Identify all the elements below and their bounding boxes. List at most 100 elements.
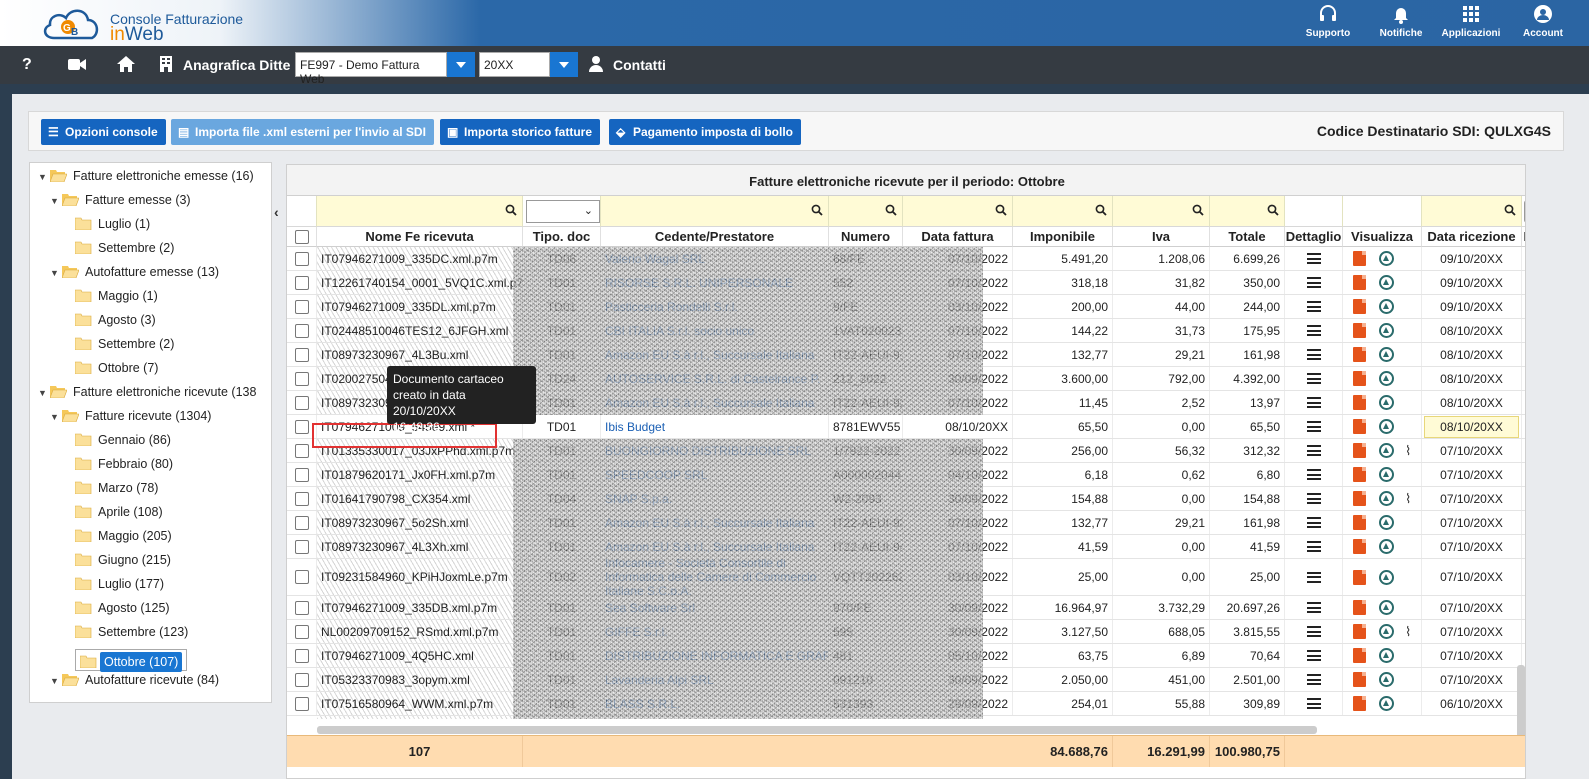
tree-node[interactable]: Febbraio (80): [75, 457, 176, 479]
column-header[interactable]: Nome Fe ricevuta: [317, 227, 523, 247]
column-header[interactable]: Data fattura: [903, 227, 1013, 247]
pdf-icon[interactable]: [1353, 323, 1366, 338]
paperclip-icon[interactable]: ⌇: [1405, 624, 1411, 640]
pdf-icon[interactable]: [1353, 299, 1366, 314]
cedente-link[interactable]: Ibis Budget: [601, 415, 829, 438]
row-checkbox[interactable]: [294, 275, 309, 290]
menu-icon[interactable]: [1306, 541, 1321, 552]
agenzia-entrate-icon[interactable]: [1379, 696, 1394, 711]
extra-filter-input[interactable]: [1524, 200, 1525, 223]
column-header[interactable]: Tipo. doc: [523, 227, 601, 247]
tree-node[interactable]: Agosto (3): [75, 313, 159, 335]
agenzia-entrate-icon[interactable]: [1379, 491, 1394, 506]
column-filter[interactable]: [1210, 196, 1285, 227]
column-filter[interactable]: [1343, 196, 1422, 227]
menu-icon[interactable]: [1306, 674, 1321, 685]
agenzia-entrate-icon[interactable]: [1379, 515, 1394, 530]
menu-icon[interactable]: [1306, 698, 1321, 709]
row-checkbox[interactable]: [294, 624, 309, 639]
tree-node[interactable]: ▼ Fatture elettroniche ricevute (138: [38, 385, 259, 407]
menu-icon[interactable]: [1306, 277, 1321, 288]
search-icon[interactable]: [505, 204, 517, 216]
column-filter[interactable]: [903, 196, 1013, 227]
pagamento-bollo-button[interactable]: ⬙ Pagamento imposta di bollo: [609, 119, 802, 145]
agenzia-entrate-icon[interactable]: [1379, 323, 1394, 338]
menu-icon[interactable]: [1306, 445, 1321, 456]
menu-icon[interactable]: [1306, 493, 1321, 504]
tree-node[interactable]: ▼ Fatture emesse (3): [50, 193, 194, 215]
pdf-icon[interactable]: [1353, 515, 1366, 530]
pdf-icon[interactable]: [1353, 347, 1366, 362]
row-checkbox[interactable]: [294, 251, 309, 266]
column-filter[interactable]: [1422, 196, 1522, 227]
row-checkbox[interactable]: [294, 696, 309, 711]
search-icon[interactable]: [1095, 204, 1107, 216]
tree-node[interactable]: ▼ Autofatture emesse (13): [50, 265, 222, 287]
row-checkbox[interactable]: [294, 395, 309, 410]
row-checkbox[interactable]: [294, 347, 309, 362]
importa-storico-button[interactable]: ▣ Importa storico fatture: [440, 119, 601, 145]
row-checkbox[interactable]: [294, 600, 309, 615]
menu-icon[interactable]: [1306, 571, 1321, 583]
menu-icon[interactable]: [1306, 349, 1321, 360]
agenzia-entrate-icon[interactable]: [1379, 299, 1394, 314]
column-filter[interactable]: ⌄: [523, 196, 601, 227]
column-header[interactable]: Visualizza: [1343, 227, 1422, 247]
menu-icon[interactable]: [1306, 517, 1321, 528]
agenzia-entrate-icon[interactable]: [1379, 539, 1394, 554]
tree-node[interactable]: ▼ Fatture elettroniche emesse (16): [38, 169, 257, 191]
tree-node[interactable]: Settembre (123): [75, 625, 191, 647]
tipo-doc-filter-select[interactable]: ⌄: [526, 200, 600, 223]
pdf-icon[interactable]: [1353, 672, 1366, 687]
collapse-panel-icon[interactable]: ‹: [274, 204, 279, 220]
agenzia-entrate-icon[interactable]: [1379, 275, 1394, 290]
row-checkbox[interactable]: [294, 648, 309, 663]
column-header[interactable]: Imponibile: [1013, 227, 1113, 247]
pdf-icon[interactable]: [1353, 539, 1366, 554]
paperclip-icon[interactable]: ⌇: [1405, 443, 1411, 459]
search-icon[interactable]: [811, 204, 823, 216]
agenzia-entrate-icon[interactable]: [1379, 251, 1394, 266]
tree-node[interactable]: Maggio (1): [75, 289, 161, 311]
importa-xml-button[interactable]: ▤ Importa file .xml esterni per l'invio a…: [171, 119, 434, 145]
menu-icon[interactable]: [1306, 325, 1321, 336]
search-icon[interactable]: [885, 204, 897, 216]
tree-node[interactable]: Giugno (215): [75, 553, 174, 575]
tree-node[interactable]: ▼ Fatture ricevute (1304): [50, 409, 214, 431]
notifiche-button[interactable]: Notifiche: [1366, 4, 1436, 39]
agenzia-entrate-icon[interactable]: [1379, 648, 1394, 663]
row-checkbox[interactable]: [294, 539, 309, 554]
search-icon[interactable]: [1504, 204, 1516, 216]
expand-arrow-icon[interactable]: ▼: [50, 412, 62, 422]
company-select[interactable]: FE997 - Demo Fattura Web: [295, 52, 447, 86]
company-select-dropdown-button[interactable]: [447, 52, 475, 77]
agenzia-entrate-icon[interactable]: [1379, 395, 1394, 410]
column-header[interactable]: Numero: [829, 227, 903, 247]
row-checkbox[interactable]: [294, 672, 309, 687]
row-checkbox[interactable]: [294, 371, 309, 386]
data-ricezione-highlight[interactable]: 08/10/20XX: [1424, 415, 1519, 438]
pdf-icon[interactable]: [1353, 569, 1366, 585]
home-icon[interactable]: [117, 56, 135, 72]
year-select[interactable]: 20XX: [479, 52, 550, 77]
applicazioni-button[interactable]: Applicazioni: [1436, 4, 1506, 39]
menu-icon[interactable]: [1306, 253, 1321, 264]
pdf-icon[interactable]: [1353, 251, 1366, 266]
column-filter[interactable]: [287, 196, 317, 227]
column-filter[interactable]: [1285, 196, 1343, 227]
menu-icon[interactable]: [1306, 602, 1321, 613]
menu-icon[interactable]: [1306, 397, 1321, 408]
column-header[interactable]: Cedente/Prestatore: [601, 227, 829, 247]
menu-icon[interactable]: [1306, 650, 1321, 661]
contatti-link[interactable]: Contatti: [613, 57, 666, 73]
column-header[interactable]: Iva: [1113, 227, 1210, 247]
tree-node[interactable]: Gennaio (86): [75, 433, 174, 455]
tree-node[interactable]: Luglio (177): [75, 577, 167, 599]
pdf-icon[interactable]: [1353, 648, 1366, 663]
tree-node[interactable]: Settembre (2): [75, 337, 177, 359]
row-checkbox[interactable]: [294, 467, 309, 482]
row-checkbox[interactable]: [294, 491, 309, 506]
pdf-icon[interactable]: [1353, 696, 1366, 711]
expand-arrow-icon[interactable]: ▼: [50, 676, 62, 686]
pdf-icon[interactable]: [1353, 443, 1366, 458]
